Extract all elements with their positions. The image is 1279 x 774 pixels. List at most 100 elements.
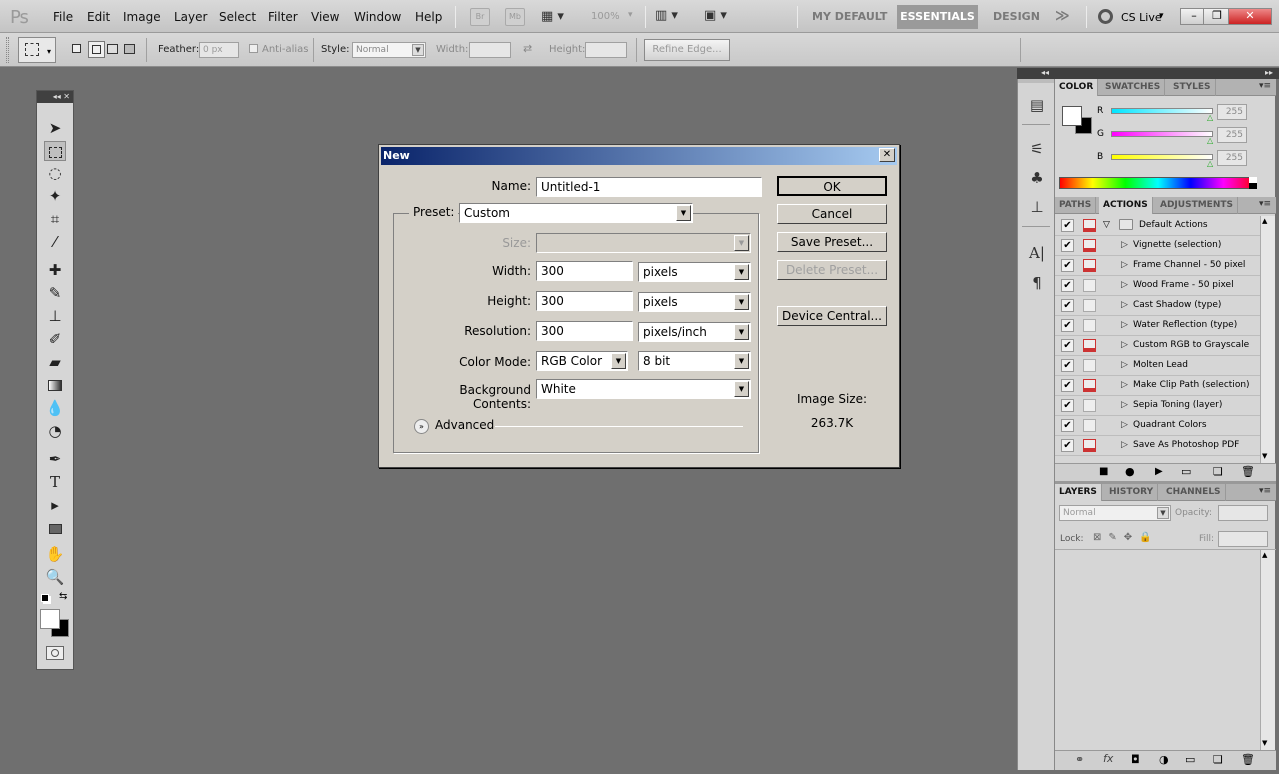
save-preset-button[interactable]: Save Preset... [777, 232, 887, 252]
red-value[interactable]: 255 [1217, 104, 1247, 120]
action-row[interactable]: ✔ ▷ Frame Channel - 50 pixel [1055, 256, 1260, 276]
color-spectrum-bar[interactable] [1059, 177, 1257, 189]
gradient-tool-icon[interactable] [44, 375, 66, 395]
expand-triangle-icon[interactable]: ▷ [1121, 340, 1128, 350]
action-row[interactable]: ✔ ▷ Water Reflection (type) [1055, 316, 1260, 336]
add-mask-icon[interactable]: ◘ [1131, 753, 1140, 766]
add-to-selection-icon[interactable] [88, 41, 105, 58]
lock-icons[interactable]: ⊠✎✥🔒 [1093, 532, 1159, 543]
lasso-tool-icon[interactable]: ◌ [44, 163, 66, 183]
tab-color[interactable]: COLOR [1055, 79, 1099, 96]
close-window-button[interactable]: ✕ [1228, 8, 1272, 25]
new-layer-icon[interactable]: ❏ [1213, 753, 1223, 766]
bridge-button[interactable]: Br [470, 8, 490, 26]
red-slider[interactable] [1111, 108, 1213, 114]
pen-tool-icon[interactable]: ✒ [44, 449, 66, 469]
dialog-toggle-icon[interactable] [1083, 419, 1096, 432]
expand-triangle-icon[interactable]: ▽ [1103, 220, 1110, 230]
menu-help[interactable]: Help [415, 10, 442, 24]
menu-window[interactable]: Window [354, 10, 401, 24]
device-central-button[interactable]: Device Central... [777, 306, 887, 326]
preset-select[interactable]: Custom ▼ [459, 203, 693, 223]
extras-icon[interactable]: ▦ ▾ [541, 9, 564, 24]
dialog-toggle-icon[interactable] [1083, 299, 1096, 312]
style-select[interactable]: Normal ▼ [352, 42, 426, 58]
tab-history[interactable]: HISTORY [1105, 484, 1159, 501]
color-mode-select[interactable]: RGB Color ▼ [536, 351, 628, 371]
checkmark-icon[interactable]: ✔ [1061, 339, 1074, 352]
blue-slider[interactable] [1111, 154, 1213, 160]
dialog-toggle-icon[interactable] [1083, 219, 1096, 232]
cs-live-dropdown-icon[interactable]: ▾ [1159, 11, 1164, 21]
quick-mask-icon[interactable] [46, 646, 64, 660]
expand-triangle-icon[interactable]: ▷ [1121, 420, 1128, 430]
foreground-color-chip[interactable] [1062, 106, 1082, 126]
width-unit-select[interactable]: pixels ▼ [638, 262, 751, 282]
action-set-row[interactable]: ✔ ▽ Default Actions [1055, 216, 1260, 236]
default-colors-icon[interactable] [41, 594, 49, 602]
tools-panel-header[interactable]: ◂◂ ✕ [37, 91, 73, 103]
size-select[interactable]: ▼ [536, 233, 751, 253]
minibridge-button[interactable]: Mb [505, 8, 525, 26]
tab-swatches[interactable]: SWATCHES [1101, 79, 1166, 96]
expand-triangle-icon[interactable]: ▷ [1121, 400, 1128, 410]
height-unit-select[interactable]: pixels ▼ [638, 292, 751, 312]
collapse-dock-icon[interactable]: ▸▸ [1265, 68, 1273, 77]
width-input[interactable]: 300 [536, 261, 633, 281]
dialog-close-button[interactable]: ✕ [879, 148, 895, 162]
expand-triangle-icon[interactable]: ▷ [1121, 240, 1128, 250]
blue-value[interactable]: 255 [1217, 150, 1247, 166]
zoom-tool-icon[interactable]: 🔍 [44, 567, 66, 587]
character-icon[interactable]: A| [1026, 242, 1048, 264]
clone-source-icon[interactable]: ♣ [1026, 167, 1048, 189]
crop-tool-icon[interactable]: ⌗ [44, 209, 66, 229]
dialog-toggle-icon[interactable] [1083, 359, 1096, 372]
spot-healing-brush-tool-icon[interactable]: ✚ [44, 260, 66, 280]
scroll-down-icon[interactable]: ▼ [1262, 739, 1267, 747]
subtract-from-selection-icon[interactable] [107, 44, 118, 54]
action-row[interactable]: ✔ ▷ Molten Lead [1055, 356, 1260, 376]
checkmark-icon[interactable]: ✔ [1061, 359, 1074, 372]
quick-selection-tool-icon[interactable]: ✦ [44, 186, 66, 206]
menu-file[interactable]: File [53, 10, 73, 24]
options-grip[interactable] [6, 37, 9, 63]
resolution-unit-select[interactable]: pixels/inch ▼ [638, 322, 751, 342]
action-row[interactable]: ✔ ▷ Make Clip Path (selection) [1055, 376, 1260, 396]
tab-actions[interactable]: ACTIONS [1099, 197, 1153, 214]
fill-input[interactable] [1218, 531, 1268, 547]
cs-live-button[interactable]: CS Live [1121, 11, 1162, 24]
panel-menu-icon[interactable]: ▾≡ [1259, 486, 1271, 496]
delete-layer-icon[interactable]: 🗑 [1241, 753, 1255, 766]
action-row[interactable]: ✔ ▷ Sepia Toning (layer) [1055, 396, 1260, 416]
slider-thumb-icon[interactable]: △ [1207, 113, 1213, 122]
intersect-selection-icon[interactable] [124, 44, 135, 54]
blur-tool-icon[interactable]: 💧 [44, 398, 66, 418]
refine-edge-button[interactable]: Refine Edge... [644, 39, 730, 61]
feather-input[interactable]: 0 px [199, 42, 239, 58]
scroll-up-icon[interactable]: ▲ [1262, 217, 1267, 225]
expand-triangle-icon[interactable]: ▷ [1121, 320, 1128, 330]
black-white-ramp[interactable] [1249, 177, 1257, 189]
resolution-input[interactable]: 300 [536, 321, 633, 341]
expand-triangle-icon[interactable]: ▷ [1121, 280, 1128, 290]
checkmark-icon[interactable]: ✔ [1061, 219, 1074, 232]
panel-menu-icon[interactable]: ▾≡ [1259, 199, 1271, 209]
restore-button[interactable]: ❐ [1203, 8, 1231, 25]
advanced-label[interactable]: Advanced [435, 418, 494, 432]
tab-layers[interactable]: LAYERS [1055, 484, 1102, 501]
arrange-documents-icon[interactable]: ▥ ▾ [655, 8, 678, 23]
action-row[interactable]: ✔ ▷ Cast Shadow (type) [1055, 296, 1260, 316]
close-icon[interactable]: ✕ [63, 92, 70, 101]
action-row[interactable]: ✔ ▷ Quadrant Colors [1055, 416, 1260, 436]
expand-triangle-icon[interactable]: ▷ [1121, 360, 1128, 370]
zoom-level[interactable]: 100% [591, 11, 620, 22]
checkmark-icon[interactable]: ✔ [1061, 439, 1074, 452]
dialog-toggle-icon[interactable] [1083, 259, 1096, 272]
screen-mode-icon[interactable]: ▣ ▾ [704, 8, 727, 23]
tab-adjustments[interactable]: ADJUSTMENTS [1156, 197, 1238, 214]
history-brush-tool-icon[interactable]: ✐ [44, 329, 66, 349]
cancel-button[interactable]: Cancel [777, 204, 887, 224]
path-selection-tool-icon[interactable]: ▸ [44, 495, 66, 515]
tool-presets-icon[interactable]: ⊥ [1026, 196, 1048, 218]
menu-view[interactable]: View [311, 10, 339, 24]
